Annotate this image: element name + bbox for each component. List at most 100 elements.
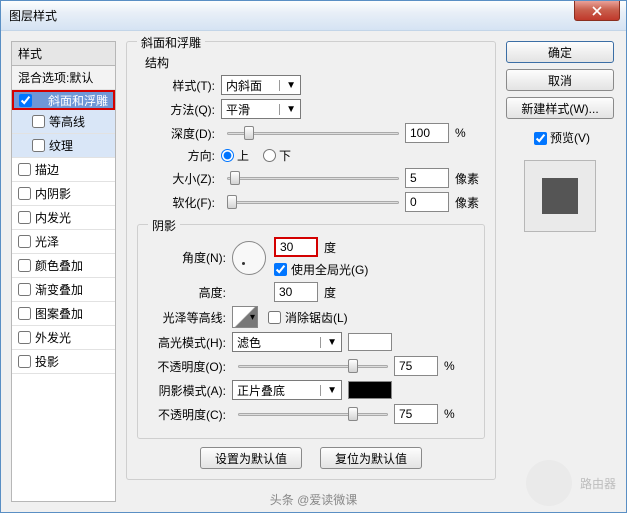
- ok-button[interactable]: 确定: [506, 41, 614, 63]
- soften-unit: 像素: [455, 194, 485, 211]
- style-color-overlay[interactable]: 颜色叠加: [12, 254, 115, 278]
- texture-checkbox[interactable]: [32, 139, 45, 152]
- down-radio[interactable]: [263, 149, 276, 162]
- drop-shadow-checkbox[interactable]: [18, 355, 31, 368]
- shading-subgroup: 阴影 角度(N): 30 度 使用全局光(G) 高度:: [137, 224, 485, 439]
- shadow-opacity-input[interactable]: 75: [394, 404, 438, 424]
- shadow-color-swatch[interactable]: [348, 381, 392, 399]
- chevron-down-icon: ▼: [320, 385, 337, 396]
- set-default-button[interactable]: 设置为默认值: [200, 447, 302, 469]
- outer-glow-checkbox[interactable]: [18, 331, 31, 344]
- technique-select[interactable]: 平滑 ▼: [221, 99, 301, 119]
- style-stroke[interactable]: 描边: [12, 158, 115, 182]
- soften-input[interactable]: 0: [405, 192, 449, 212]
- highlight-color-swatch[interactable]: [348, 333, 392, 351]
- depth-slider[interactable]: [227, 125, 399, 141]
- global-light-label: 使用全局光(G): [291, 261, 368, 278]
- global-light-checkbox[interactable]: [274, 263, 287, 276]
- preview-swatch: [542, 178, 578, 214]
- bevel-legend: 斜面和浮雕: [137, 34, 205, 51]
- style-satin[interactable]: 光泽: [12, 230, 115, 254]
- shadow-opacity-label: 不透明度(C):: [148, 406, 232, 423]
- shadow-opacity-slider[interactable]: [238, 406, 388, 422]
- outer-glow-label: 外发光: [35, 329, 71, 346]
- depth-input[interactable]: 100: [405, 123, 449, 143]
- preview-label: 预览(V): [550, 129, 590, 148]
- angle-input[interactable]: 30: [274, 237, 318, 257]
- style-outer-glow[interactable]: 外发光: [12, 326, 115, 350]
- size-slider[interactable]: [227, 170, 399, 186]
- layer-style-dialog: 图层样式 样式 混合选项:默认 斜面和浮雕 等高线 纹理 描边 内阴影 内发光 …: [0, 0, 627, 513]
- highlight-opacity-slider[interactable]: [238, 358, 388, 374]
- direction-radios: 上 下: [221, 147, 305, 164]
- depth-unit: %: [455, 126, 485, 140]
- preview-checkbox[interactable]: [534, 132, 547, 145]
- dialog-body: 样式 混合选项:默认 斜面和浮雕 等高线 纹理 描边 内阴影 内发光 光泽 颜色…: [1, 31, 626, 512]
- highlight-opacity-label: 不透明度(O):: [148, 358, 232, 375]
- gradient-overlay-label: 渐变叠加: [35, 281, 83, 298]
- style-bevel-emboss[interactable]: 斜面和浮雕: [12, 90, 115, 110]
- bevel-checkbox[interactable]: [19, 94, 32, 107]
- size-label: 大小(Z):: [137, 170, 221, 187]
- technique-value: 平滑: [226, 101, 250, 118]
- reset-default-button[interactable]: 复位为默认值: [320, 447, 422, 469]
- altitude-input[interactable]: 30: [274, 282, 318, 302]
- antialias-check[interactable]: 消除锯齿(L): [268, 309, 348, 326]
- color-overlay-checkbox[interactable]: [18, 259, 31, 272]
- shadow-mode-select[interactable]: 正片叠底▼: [232, 380, 342, 400]
- stroke-label: 描边: [35, 161, 59, 178]
- default-buttons: 设置为默认值 复位为默认值: [137, 447, 485, 469]
- up-radio[interactable]: [221, 149, 234, 162]
- style-inner-glow[interactable]: 内发光: [12, 206, 115, 230]
- style-pattern-overlay[interactable]: 图案叠加: [12, 302, 115, 326]
- new-style-button[interactable]: 新建样式(W)...: [506, 97, 614, 119]
- satin-checkbox[interactable]: [18, 235, 31, 248]
- cancel-button[interactable]: 取消: [506, 69, 614, 91]
- preview-check[interactable]: 预览(V): [506, 129, 614, 148]
- shadow-opacity-unit: %: [444, 407, 474, 421]
- direction-down[interactable]: 下: [263, 147, 291, 164]
- center-panel: 斜面和浮雕 结构 样式(T): 内斜面▼ 方法(Q): 平滑▼ 深度(D):: [116, 41, 506, 502]
- antialias-checkbox[interactable]: [268, 311, 281, 324]
- gloss-contour-picker[interactable]: ▾: [232, 306, 258, 328]
- style-contour[interactable]: 等高线: [12, 110, 115, 134]
- size-input[interactable]: 5: [405, 168, 449, 188]
- direction-up[interactable]: 上: [221, 147, 249, 164]
- color-overlay-label: 颜色叠加: [35, 257, 83, 274]
- inner-glow-label: 内发光: [35, 209, 71, 226]
- direction-label: 方向:: [137, 147, 221, 164]
- soften-slider[interactable]: [227, 194, 399, 210]
- gradient-overlay-checkbox[interactable]: [18, 283, 31, 296]
- angle-dot-icon: [242, 262, 245, 265]
- angle-dial[interactable]: [232, 241, 266, 275]
- highlight-mode-select[interactable]: 滤色▼: [232, 332, 342, 352]
- technique-label: 方法(Q):: [137, 101, 221, 118]
- chevron-down-icon: ▼: [279, 104, 296, 115]
- chevron-down-icon: ▼: [320, 337, 337, 348]
- texture-label: 纹理: [49, 137, 73, 154]
- watermark-source: 头条 @爱读微课: [270, 491, 358, 508]
- gloss-contour-label: 光泽等高线:: [148, 309, 232, 326]
- style-label: 样式(T):: [137, 77, 221, 94]
- structure-legend: 结构: [145, 54, 485, 71]
- style-select[interactable]: 内斜面 ▼: [221, 75, 301, 95]
- global-light-check[interactable]: 使用全局光(G): [274, 261, 368, 278]
- style-blend-options[interactable]: 混合选项:默认: [12, 66, 115, 90]
- close-button[interactable]: [574, 1, 620, 21]
- style-drop-shadow[interactable]: 投影: [12, 350, 115, 374]
- chevron-down-icon: ▼: [279, 80, 296, 91]
- stroke-checkbox[interactable]: [18, 163, 31, 176]
- inner-glow-checkbox[interactable]: [18, 211, 31, 224]
- inner-shadow-label: 内阴影: [35, 185, 71, 202]
- contour-checkbox[interactable]: [32, 115, 45, 128]
- inner-shadow-checkbox[interactable]: [18, 187, 31, 200]
- highlight-mode-label: 高光模式(H):: [148, 334, 232, 351]
- style-inner-shadow[interactable]: 内阴影: [12, 182, 115, 206]
- titlebar[interactable]: 图层样式: [1, 1, 626, 31]
- style-gradient-overlay[interactable]: 渐变叠加: [12, 278, 115, 302]
- pattern-overlay-checkbox[interactable]: [18, 307, 31, 320]
- style-value: 内斜面: [226, 77, 262, 94]
- style-texture[interactable]: 纹理: [12, 134, 115, 158]
- style-list-header[interactable]: 样式: [12, 42, 115, 66]
- highlight-opacity-input[interactable]: 75: [394, 356, 438, 376]
